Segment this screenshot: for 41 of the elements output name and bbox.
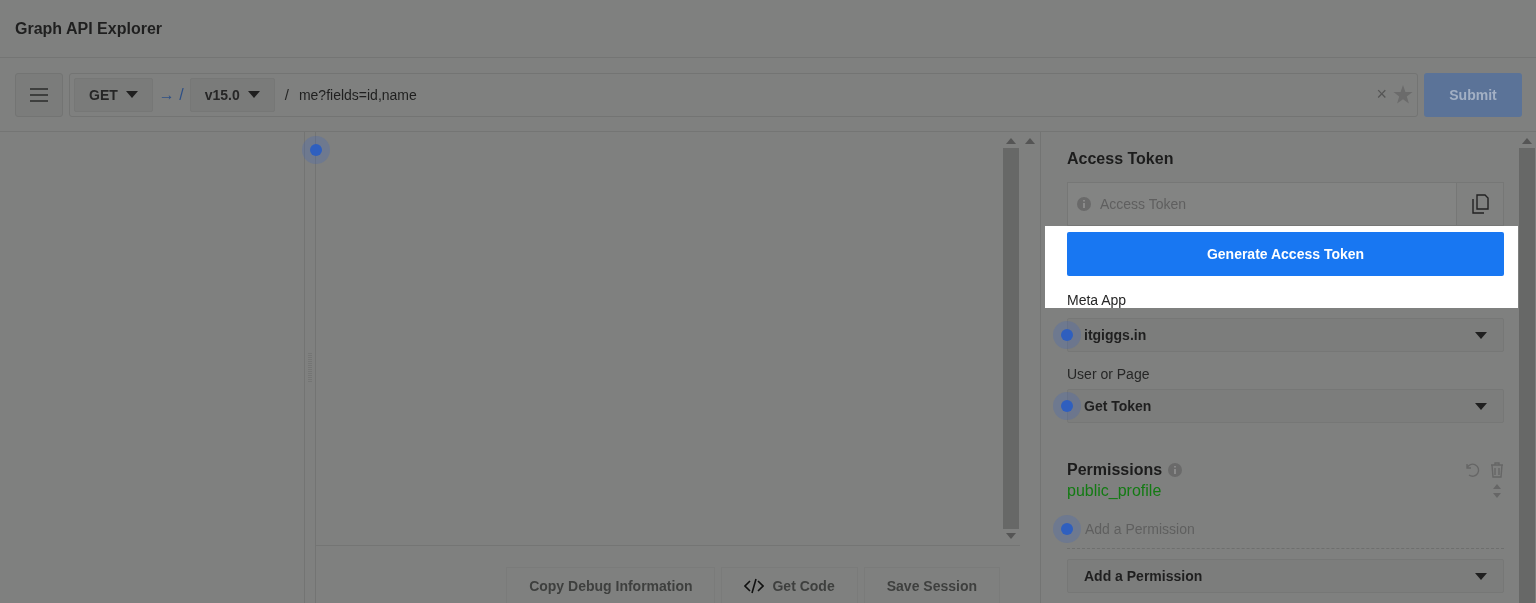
submit-button[interactable]: Submit xyxy=(1424,72,1522,117)
hotspot-icon[interactable] xyxy=(1053,515,1081,543)
caret-icon xyxy=(1475,331,1487,339)
code-icon xyxy=(744,577,765,594)
caret-icon xyxy=(1475,402,1487,410)
user-or-page-label: User or Page xyxy=(1067,366,1151,382)
menu-button[interactable] xyxy=(15,72,63,117)
add-permission-dropdown[interactable]: Add a Permission xyxy=(1067,559,1504,593)
menu-icon xyxy=(30,87,48,102)
meta-app-label: Meta App xyxy=(1067,292,1128,308)
get-code-button[interactable]: Get Code xyxy=(721,567,858,603)
scroll-down-icon[interactable] xyxy=(1006,533,1016,539)
permissions-heading: Permissions xyxy=(1067,461,1163,479)
app-title: Graph API Explorer xyxy=(15,19,162,38)
path-arrow: → / xyxy=(158,85,184,104)
copy-button[interactable] xyxy=(1456,182,1504,226)
undo-icon[interactable] xyxy=(1464,462,1480,478)
query-path: me?fields=id,name xyxy=(298,86,418,103)
trash-icon[interactable] xyxy=(1490,462,1504,478)
caret-icon xyxy=(247,91,260,98)
info-icon xyxy=(1168,463,1183,477)
permission-item: public_profile xyxy=(1067,482,1162,500)
action-button[interactable]: Save Session xyxy=(863,567,1000,603)
version-dropdown[interactable]: v15.0 xyxy=(189,77,275,112)
hotspot-icon[interactable] xyxy=(302,136,330,164)
caret-icon xyxy=(1475,572,1487,580)
method-dropdown[interactable]: GET xyxy=(74,77,153,112)
url-field[interactable]: GET → / v15.0 / me?fields=id,name × xyxy=(69,72,1418,117)
info-icon xyxy=(1077,197,1091,211)
access-token-heading: Access Token xyxy=(1067,150,1175,168)
scrollbar-thumb[interactable] xyxy=(1519,148,1535,603)
path-separator: / xyxy=(284,86,289,103)
generate-token-button[interactable]: Generate Access Token xyxy=(1067,232,1504,276)
clear-button[interactable]: × xyxy=(1376,84,1387,105)
meta-app-dropdown[interactable]: itgiggs.in xyxy=(1067,318,1504,352)
action-button[interactable]: Copy Debug Information xyxy=(506,567,716,603)
caret-icon xyxy=(125,91,138,98)
scroll-up-icon[interactable] xyxy=(1522,138,1532,144)
scrollbar-thumb[interactable] xyxy=(1003,148,1019,529)
user-or-page-dropdown[interactable]: Get Token xyxy=(1067,389,1504,423)
copy-icon xyxy=(1470,194,1490,214)
